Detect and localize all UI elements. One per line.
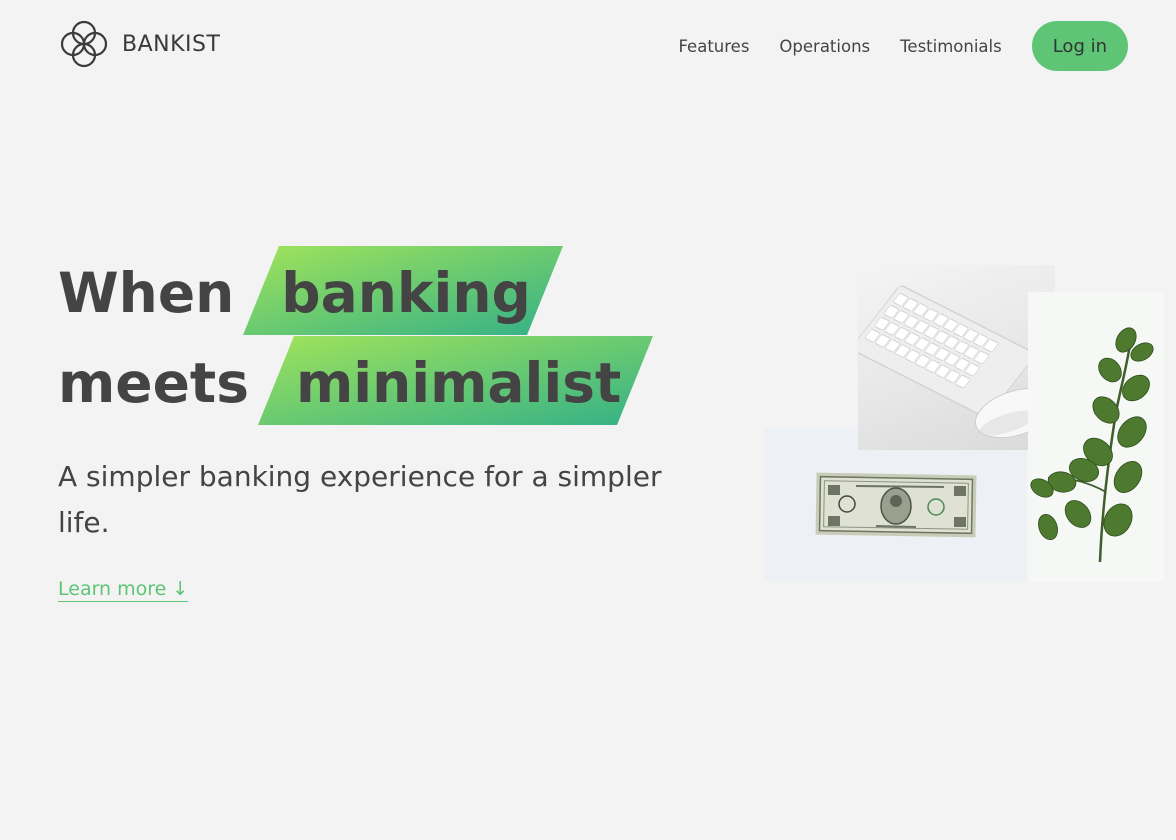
login-button[interactable]: Log in <box>1031 21 1128 71</box>
hero-title-line-2: meets minimalist <box>58 336 654 428</box>
keyboard-photo <box>858 265 1055 450</box>
brand-logo[interactable]: BANKIST <box>58 18 220 70</box>
dollar-bill-photo <box>764 428 1026 581</box>
hero-title-line-1: When banking <box>58 246 621 338</box>
hero-word-when: When <box>58 261 235 325</box>
top-nav: BANKIST Features Operations Testimonials… <box>0 0 1176 96</box>
hero-highlight-banking-text: banking <box>281 261 531 325</box>
learn-more-link[interactable]: Learn more ↓ <box>58 578 189 602</box>
page: BANKIST Features Operations Testimonials… <box>0 0 1176 840</box>
hero-title: When banking meets minimalist <box>58 246 654 428</box>
nav-links: Features Operations Testimonials Log in <box>678 21 1128 71</box>
nav-link-features[interactable]: Features <box>678 37 749 56</box>
hero-word-meets: meets <box>58 351 249 415</box>
hero-subtitle: A simpler banking experience for a simpl… <box>58 460 662 539</box>
brand-name: BANKIST <box>122 31 221 57</box>
hero-highlight-minimalist-text: minimalist <box>295 351 622 415</box>
plant-photo <box>1028 292 1164 582</box>
nav-link-operations[interactable]: Operations <box>779 37 870 56</box>
hero-illustration <box>764 262 1164 582</box>
nav-link-testimonials[interactable]: Testimonials <box>900 37 1002 56</box>
hero-highlight-minimalist: minimalist <box>257 336 654 428</box>
four-circles-logo-icon <box>60 20 108 68</box>
hero-highlight-banking: banking <box>243 246 563 338</box>
